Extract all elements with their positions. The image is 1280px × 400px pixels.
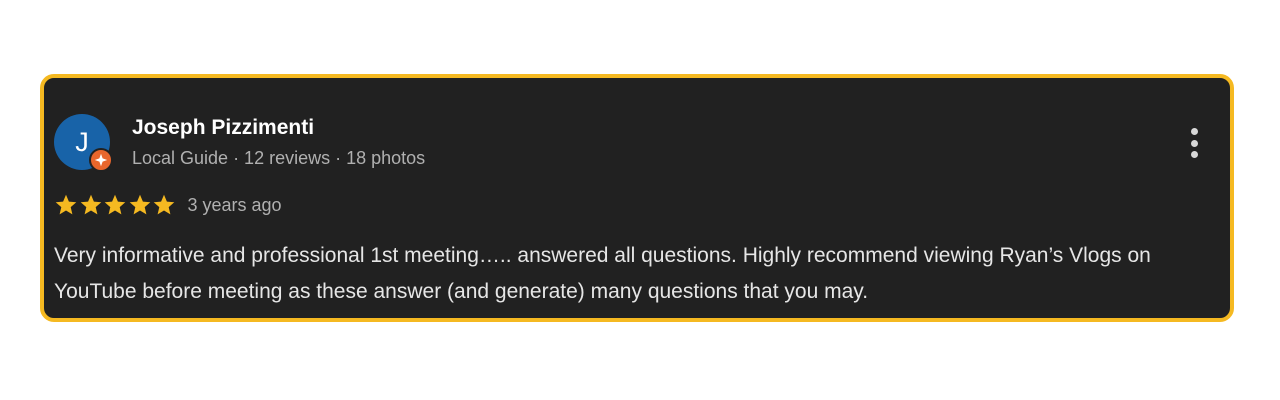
star-icon [129,194,150,215]
reviewer-meta: Local Guide · 12 reviews · 18 photos [132,148,426,168]
star-icon [55,194,77,215]
reviewer-name[interactable]: Joseph Pizzimenti [132,116,314,140]
more-options-button[interactable] [1186,126,1202,160]
review-card: J Joseph Pizzimenti Local Guide · 12 rev… [40,74,1234,322]
review-date: 3 years ago [187,194,282,215]
review-text: Very informative and professional 1st me… [54,244,1151,303]
star-icon [80,194,101,215]
star-rating [54,193,177,217]
more-vert-icon [1190,128,1198,135]
star-icon [153,194,175,215]
avatar-initial: J [75,127,89,157]
local-guide-badge-icon [89,148,113,172]
star-icon [104,194,126,215]
rating-row: 3 years ago [54,192,282,218]
